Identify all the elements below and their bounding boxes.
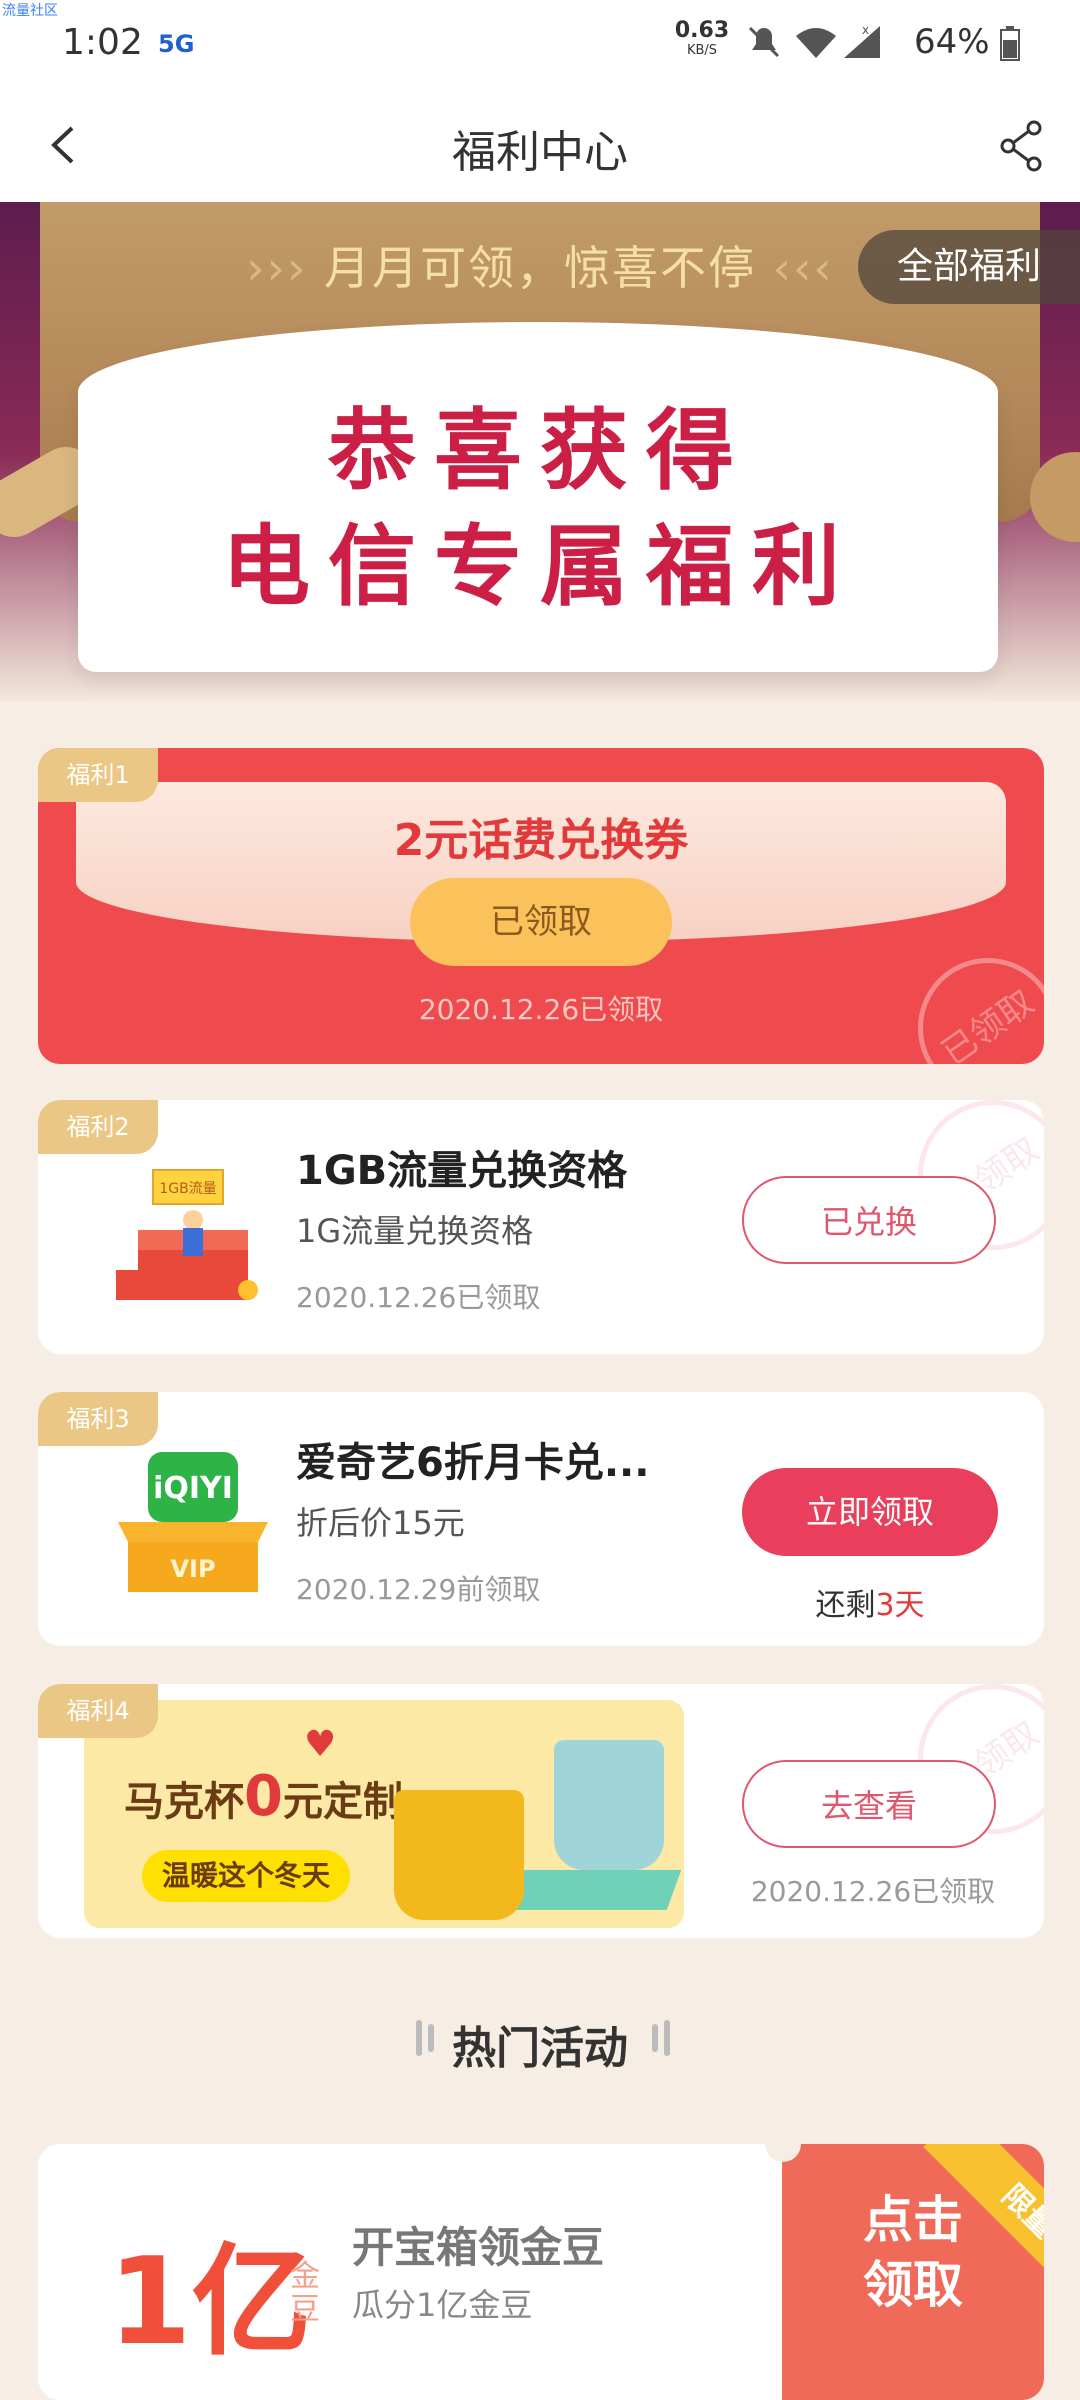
svg-text:1GB流量: 1GB流量 <box>159 1181 216 1197</box>
redeemed-button[interactable]: 已兑换 <box>742 1176 996 1264</box>
mug-promo-pill: 温暖这个冬天 <box>142 1850 350 1902</box>
data-gift-illustration: 1GB流量 <box>116 1169 258 1300</box>
benefit-subtitle: 折后价15元 <box>296 1504 465 1542</box>
title-divider <box>664 2020 670 2056</box>
mug-title-prefix: 马克杯 <box>124 1779 244 1825</box>
cta-text: 点击领取 <box>863 2191 963 2314</box>
battery-text: 64% <box>914 22 990 62</box>
benefit-card-3: 福利3 iQIYI VIP 爱奇艺6折月卡兑... 折后价15元 2020.12… <box>38 1392 1044 1646</box>
claimed-button[interactable]: 已领取 <box>410 878 672 966</box>
page-title: 福利中心 <box>452 127 628 178</box>
benefit-tag: 福利2 <box>38 1100 158 1154</box>
benefit-title: 1GB流量兑换资格 <box>296 1148 628 1194</box>
svg-text:VIP: VIP <box>170 1555 215 1583</box>
chevrons-left-icon: ‹‹‹ <box>772 241 834 295</box>
benefit-date: 2020.12.29前领取 <box>296 1573 541 1606</box>
svg-text:x: x <box>862 23 869 37</box>
benefit-date: 2020.12.26已领取 <box>418 993 664 1026</box>
remaining-days: 还剩3天 <box>742 1580 998 1624</box>
iqiyi-vip-illustration: iQIYI VIP <box>118 1452 268 1592</box>
benefit-tag: 福利4 <box>38 1684 158 1738</box>
benefit-subtitle: 1G流量兑换资格 <box>296 1212 534 1250</box>
signal-icon: x <box>844 23 880 58</box>
battery-level: 64% <box>914 22 1021 62</box>
mug-promo-title: 马克杯0元定制 <box>124 1764 403 1829</box>
status-icons: x <box>748 23 880 58</box>
mute-bell-icon <box>748 26 780 58</box>
chevrons-right-icon: ››› <box>246 241 324 295</box>
network-speed: 0.63 KB/S <box>672 18 732 58</box>
hot-activities-title: 热门活动 <box>452 2023 628 2074</box>
activity-title: 开宝箱领金豆 <box>352 2223 605 2272</box>
benefit-date: 2020.12.26已领取 <box>296 1281 541 1314</box>
view-button[interactable]: 去查看 <box>742 1760 996 1848</box>
banner-subtitle-text: 月月可领，惊喜不停 <box>324 241 756 295</box>
all-benefits-button[interactable]: 全部福利 <box>858 230 1080 304</box>
speed-unit: KB/S <box>686 43 718 58</box>
activity-amount: 1亿 <box>108 2233 312 2372</box>
mug-title-suffix: 元定制 <box>282 1779 403 1825</box>
benefit-title: 2元话费兑换券 <box>393 815 689 866</box>
benefit-card-1: 福利1 2元话费兑换券 已领取 2020.12.26已领取 已领取 <box>38 748 1044 1064</box>
banner-headline-2: 电信专属福利 <box>221 515 858 618</box>
clock: 1:02 <box>62 22 143 63</box>
speed-value: 0.63 <box>674 18 730 43</box>
top-nav-bar: 福利中心 <box>0 90 1080 202</box>
welfare-banner: ››› 月月可领，惊喜不停 ‹‹‹ 恭喜获得 电信专属福利 全部福利 <box>0 202 1080 702</box>
claim-now-button[interactable]: 立即领取 <box>742 1468 998 1556</box>
activity-unit: 金豆 <box>290 2259 320 2327</box>
share-icon[interactable] <box>996 118 1046 174</box>
heart-icon: ♥ <box>304 1724 337 1765</box>
wifi-icon <box>796 28 836 58</box>
teal-mug-image <box>554 1740 664 1870</box>
remaining-value: 3天 <box>875 1588 925 1623</box>
battery-icon <box>1000 25 1021 61</box>
network-5g-icon: 5G <box>158 30 195 58</box>
benefit-card-4: ♥ 马克杯0元定制 温暖这个冬天 福利4 已领取 去查看 2020.12.26已… <box>38 1684 1044 1938</box>
brand-label: 流量社区 <box>2 3 58 19</box>
svg-text:iQIYI: iQIYI <box>153 1471 233 1506</box>
benefit-title: 爱奇艺6折月卡兑... <box>296 1440 650 1486</box>
remaining-label: 还剩 <box>815 1588 876 1623</box>
activity-card[interactable]: 1亿 金豆 开宝箱领金豆 瓜分1亿金豆 点击领取 限量 <box>38 2144 1044 2400</box>
banner-headline: 恭喜获得 <box>327 399 752 502</box>
benefit-date: 2020.12.26已领取 <box>750 1875 996 1908</box>
benefit-card-2: 福利2 1GB流量 1GB流量兑换资格 1G流量兑换资格 2020.12.26已… <box>38 1100 1044 1354</box>
benefit-tag: 福利3 <box>38 1392 158 1446</box>
title-divider <box>652 2024 658 2052</box>
benefit-tag: 福利1 <box>38 748 158 802</box>
mug-promo-banner[interactable]: ♥ 马克杯0元定制 温暖这个冬天 <box>84 1700 684 1928</box>
yellow-mug-image <box>394 1790 524 1920</box>
mug-title-zero: 0 <box>244 1764 283 1829</box>
activity-subtitle: 瓜分1亿金豆 <box>352 2286 533 2324</box>
status-bar: 流量社区 1:02 5G 0.63 KB/S x 64% <box>0 0 1080 90</box>
